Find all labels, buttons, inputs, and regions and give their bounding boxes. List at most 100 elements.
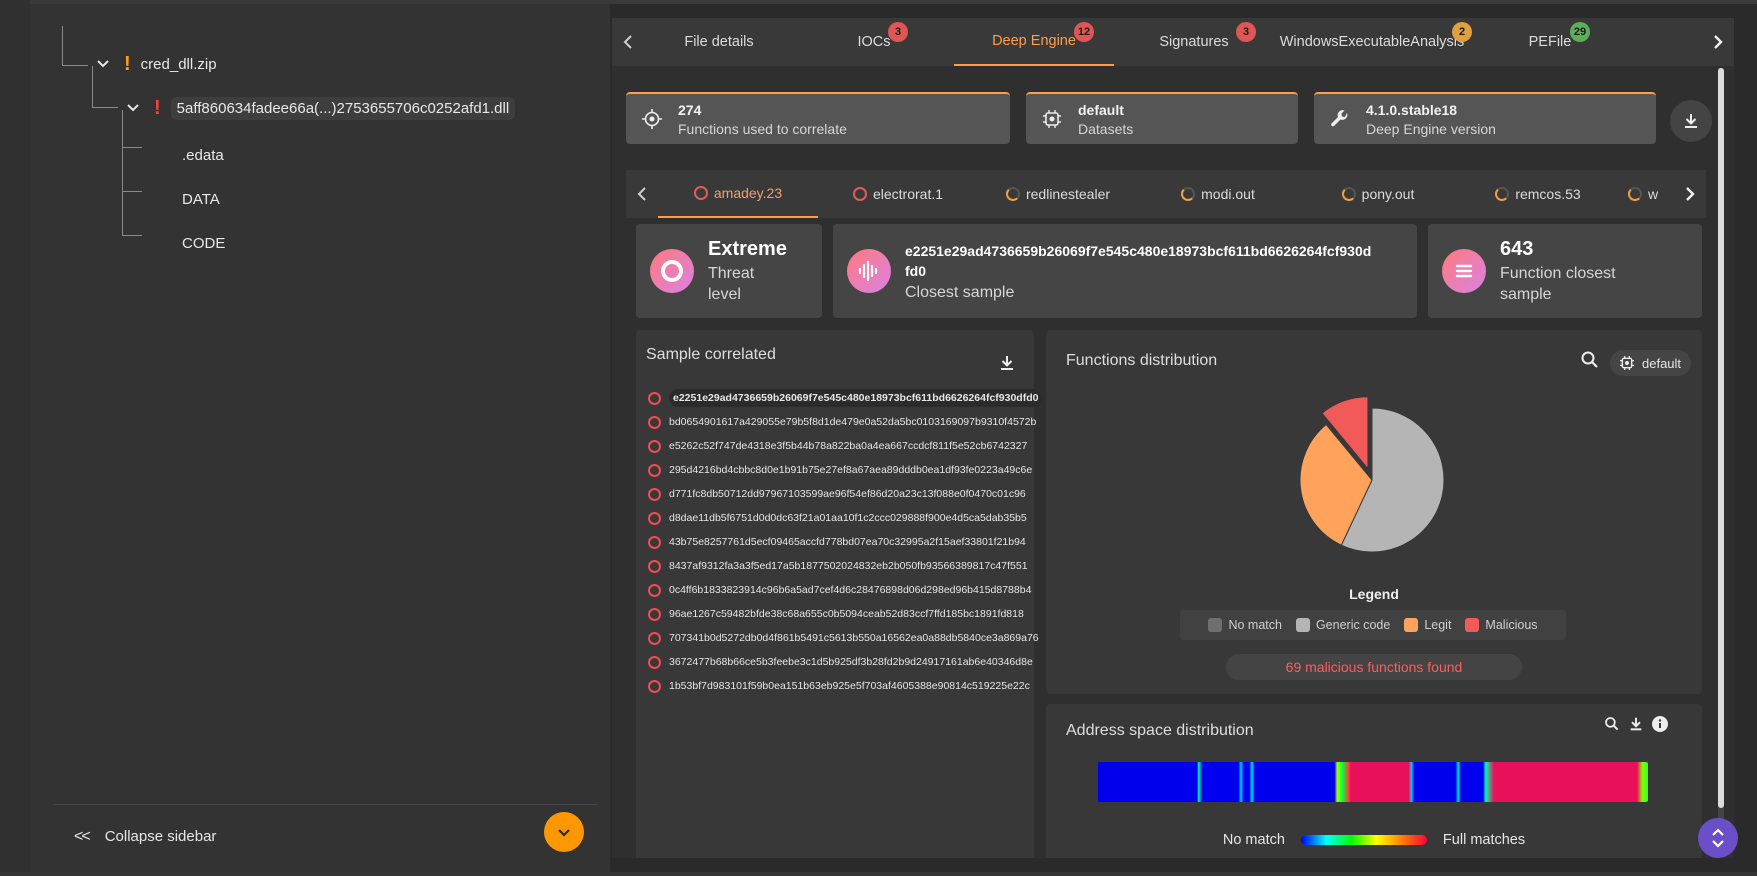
sample-row[interactable]: 96ae1267c59482bfde38c68a655c0b5094ceab52…	[648, 602, 1042, 626]
family-tab-pony[interactable]: pony.out	[1298, 170, 1458, 218]
tree-item-data[interactable]: DATA	[182, 185, 220, 213]
tab-signatures[interactable]: Signatures 3	[1114, 18, 1274, 66]
function-closest-label: sample	[1500, 286, 1552, 303]
match-ring-icon	[648, 511, 661, 525]
tree-connector	[62, 26, 88, 66]
family-scroll-left-button[interactable]	[626, 170, 658, 218]
address-legend-right: Full matches	[1442, 832, 1526, 848]
tab-pefile[interactable]: PEFile 29	[1470, 18, 1630, 66]
family-tab-label: electrorat.1	[872, 186, 944, 202]
address-info-button[interactable]	[1652, 716, 1668, 737]
sample-row[interactable]: 0c4ff6b1833823914c96b6a5ad7cef4d6c284768…	[648, 578, 1042, 602]
tree-item-code[interactable]: CODE	[182, 229, 225, 257]
download-samples-button[interactable]	[998, 354, 1022, 378]
tab-label: IOCs	[857, 34, 891, 50]
sample-correlated-panel: Sample correlated e2251e29ad4736659b2606…	[636, 330, 1043, 858]
closest-sample-hash: e2251e29ad4736659b26069f7e545c480e18973b…	[905, 243, 1372, 259]
download-icon	[1685, 114, 1697, 128]
sample-row[interactable]: bd0654901617a429055e79b5f8d1de479e0a52da…	[648, 410, 1042, 434]
family-tab-amadey[interactable]: amadey.23	[658, 170, 818, 218]
dataset-icon	[1026, 110, 1078, 128]
match-ring-icon	[648, 487, 661, 501]
tab-deep-engine[interactable]: Deep Engine 12	[954, 18, 1114, 66]
family-scroll-right-button[interactable]	[1674, 170, 1706, 218]
sample-row[interactable]: d771fc8db50712dd97967103599ae96f54ef86d2…	[648, 482, 1042, 506]
tab-label: PEFile	[1528, 34, 1572, 50]
tabs-scroll-left-button[interactable]	[612, 18, 644, 66]
count-badge: 29	[1570, 22, 1590, 42]
function-closest-card: 643 Function closest sample	[1428, 224, 1702, 318]
legend-label: Malicious	[1485, 618, 1538, 632]
tree-item-edata[interactable]: .edata	[182, 141, 224, 169]
tab-file-details[interactable]: File details	[644, 18, 794, 66]
family-tab-label: pony.out	[1361, 186, 1415, 202]
tabs-scroll-right-button[interactable]	[1702, 18, 1734, 66]
expand-menu-button[interactable]	[544, 812, 584, 852]
sample-row[interactable]: e2251e29ad4736659b26069f7e545c480e18973b…	[648, 386, 1043, 410]
sample-row[interactable]: d8dae11db5f6751d0d0dc63f21a01aa10f1c2ccc…	[648, 506, 1042, 530]
sample-hash: 1b53bf7d983101f59b0ea151b63eb925e5f703af…	[669, 680, 1030, 692]
legend-swatch-malicious	[1465, 618, 1480, 632]
count-badge: 3	[1236, 22, 1256, 42]
address-space-panel: Address space distribution No match Full…	[1046, 704, 1702, 858]
match-ring-icon	[648, 655, 661, 669]
count-badge: 2	[1452, 22, 1472, 42]
family-tab-label: modi.out	[1201, 186, 1255, 202]
sample-row[interactable]: 1b53bf7d983101f59b0ea151b63eb925e5f703af…	[648, 674, 1042, 698]
dataset-selector[interactable]: default	[1610, 350, 1692, 376]
sample-row[interactable]: 295d4216bd4cbbc8d0e1b91b75e27ef8a67aea89…	[648, 458, 1042, 482]
sample-hash: d771fc8db50712dd97967103599ae96f54ef86d2…	[669, 488, 1026, 500]
collapse-sidebar-button[interactable]: << Collapse sidebar	[74, 828, 216, 846]
family-tab-modi[interactable]: modi.out	[1138, 170, 1298, 218]
tree-item-zip[interactable]: ! cred_dll.zip	[96, 50, 217, 78]
legend-swatch-generic-code	[1295, 618, 1310, 632]
threat-level-value: Extreme	[708, 238, 787, 260]
scroll-toggle-button[interactable]	[1698, 818, 1738, 858]
tree-item-label: 5aff860634fadee66a(...)2753655706c0252af…	[170, 96, 516, 120]
download-report-button[interactable]	[1670, 100, 1712, 142]
list-icon	[1442, 249, 1486, 293]
tree-item-label: .edata	[182, 146, 224, 164]
family-tab-redlinestealer[interactable]: redlinestealer	[978, 170, 1138, 218]
sample-row[interactable]: 3672477b68b66ce5b3feebe3c1d5b925df3b28fd…	[648, 650, 1042, 674]
threat-ring-icon	[650, 249, 694, 293]
match-ring-icon	[1495, 187, 1510, 201]
malicious-functions-count: 69 malicious functions found	[1226, 654, 1522, 680]
family-tab-electrorat[interactable]: electrorat.1	[818, 170, 978, 218]
collapse-sidebar-label: Collapse sidebar	[104, 828, 217, 845]
legend-label: Legit	[1424, 618, 1452, 632]
engine-version-value: 4.1.0.stable18	[1366, 101, 1458, 118]
threat-level-label: level	[708, 286, 741, 303]
threat-level-card: Extreme Threat level	[636, 224, 822, 318]
match-ring-icon	[648, 607, 661, 621]
sample-hash: 3672477b68b66ce5b3feebe3c1d5b925df3b28fd…	[669, 656, 1033, 668]
chevron-down-icon[interactable]	[96, 57, 110, 71]
count-badge: 12	[1074, 22, 1094, 42]
family-tab-remcos[interactable]: remcos.53	[1458, 170, 1618, 218]
chevron-down-icon[interactable]	[126, 101, 140, 115]
address-download-button[interactable]	[1628, 716, 1644, 737]
sample-row[interactable]: 8437af9312fa3a3f5ed17a5b1877502024832eb2…	[648, 554, 1042, 578]
sample-hash: e2251e29ad4736659b26069f7e545c480e18973b…	[669, 389, 1043, 407]
sample-correlated-title: Sample correlated	[646, 346, 776, 363]
search-button[interactable]	[1580, 350, 1600, 375]
address-space-title: Address space distribution	[1066, 722, 1254, 739]
sample-row[interactable]: 707341b0d5272db0d4f861b5491c5613b550a165…	[648, 626, 1042, 650]
tab-label: Signatures	[1159, 34, 1229, 50]
address-search-button[interactable]	[1604, 716, 1620, 737]
tree-item-dll[interactable]: ! 5aff860634fadee66a(...)2753655706c0252…	[126, 94, 516, 122]
tab-windows-executable-analysis[interactable]: WindowsExecutableAnalysis 2	[1274, 18, 1472, 66]
dataset-selector-label: default	[1642, 355, 1682, 371]
download-icon	[1630, 717, 1642, 731]
legend-label: No match	[1228, 618, 1282, 632]
sample-hash: 96ae1267c59482bfde38c68a655c0b5094ceab52…	[669, 608, 1024, 620]
match-ring-icon	[648, 391, 661, 405]
main-scroll-thumb[interactable]	[1718, 68, 1724, 808]
tab-iocs[interactable]: IOCs 3	[794, 18, 954, 66]
tab-label: Deep Engine	[992, 33, 1076, 49]
match-ring-icon	[852, 187, 867, 201]
sample-row[interactable]: 43b75e8257761d5ecf09465accfd778bd07ea70c…	[648, 530, 1042, 554]
sample-row[interactable]: e5262c52f747de4318e3f5b44b78a822ba0a4ea6…	[648, 434, 1042, 458]
family-tab-w[interactable]: w	[1618, 170, 1662, 218]
collapse-bar: << Collapse sidebar	[54, 804, 598, 868]
